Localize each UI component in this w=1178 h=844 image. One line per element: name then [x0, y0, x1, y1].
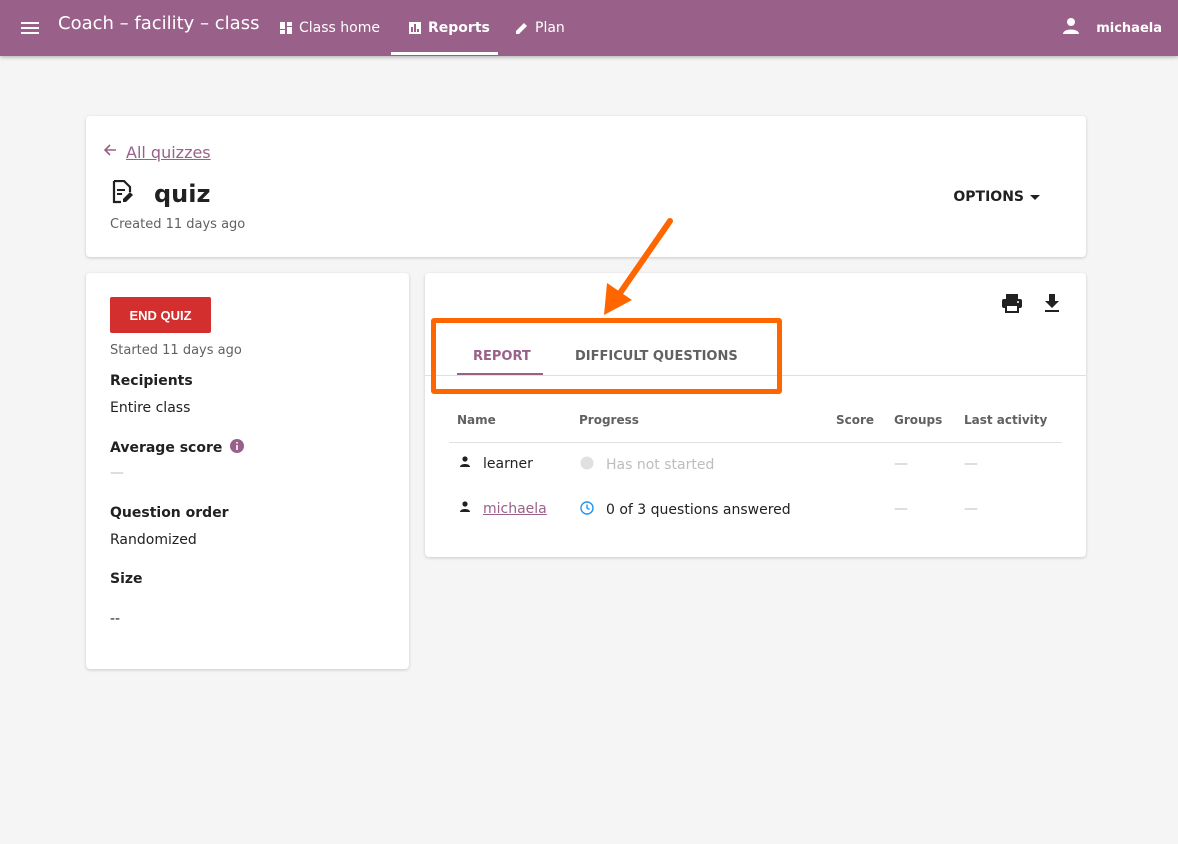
size-label: Size [110, 571, 143, 587]
learner-link[interactable]: michaela [483, 501, 547, 517]
created-date: Created 11 days ago [110, 217, 246, 232]
quiz-title-row: quiz [112, 179, 211, 208]
report-card: REPORT DIFFICULT QUESTIONS Name Progress… [425, 273, 1086, 557]
nav-tab-label: Class home [299, 20, 380, 36]
end-quiz-button[interactable]: END QUIZ [110, 297, 211, 333]
nav-tab-reports[interactable]: Reports [409, 0, 490, 56]
quiz-icon [112, 179, 134, 208]
nav-tab-plan[interactable]: Plan [516, 0, 565, 56]
table-row-name: learner [459, 456, 533, 472]
person-icon [459, 501, 471, 517]
user-menu[interactable]: michaela [1062, 0, 1162, 56]
quiz-header-card: All quizzes quiz Created 11 days ago OPT… [86, 116, 1086, 257]
back-link-label: All quizzes [126, 142, 211, 162]
progress-text: 0 of 3 questions answered [606, 502, 791, 518]
progress-text: Has not started [606, 457, 715, 473]
pencil-icon [516, 22, 529, 35]
average-score-value: — [110, 465, 124, 481]
last-activity-value: — [964, 456, 978, 472]
learner-name: learner [483, 456, 533, 472]
options-button[interactable]: OPTIONS [953, 189, 1040, 205]
arrow-left-icon [102, 142, 118, 162]
last-activity-value: — [964, 501, 978, 517]
app-title: Coach – facility – class [58, 13, 260, 34]
bar-chart-icon [409, 21, 422, 35]
username: michaela [1096, 20, 1162, 36]
menu-icon[interactable] [18, 16, 42, 40]
question-order-label: Question order [110, 505, 229, 521]
table-divider [449, 442, 1062, 443]
column-header-last-activity[interactable]: Last activity [964, 413, 1047, 427]
not-started-icon [580, 456, 594, 474]
table-row-progress: 0 of 3 questions answered [580, 501, 791, 519]
back-link[interactable]: All quizzes [102, 142, 211, 162]
average-score-label: Average score [110, 440, 223, 456]
column-header-score[interactable]: Score [836, 413, 874, 427]
quiz-title: quiz [154, 180, 211, 208]
nav-tab-class-home[interactable]: Class home [280, 0, 380, 56]
annotation-highlight-box [431, 318, 782, 394]
table-row-name: michaela [459, 501, 547, 517]
person-icon [459, 456, 471, 472]
clock-icon [580, 501, 594, 519]
info-icon[interactable] [230, 439, 245, 457]
download-icon[interactable] [1040, 291, 1064, 315]
recipients-label: Recipients [110, 373, 193, 389]
nav-tab-label: Reports [428, 20, 490, 36]
options-label: OPTIONS [953, 189, 1024, 205]
groups-value: — [894, 501, 908, 517]
size-value: -- [110, 611, 121, 627]
print-icon[interactable] [1000, 291, 1024, 315]
nav-tab-label: Plan [535, 20, 565, 36]
recipients-value: Entire class [110, 400, 191, 416]
column-header-name[interactable]: Name [457, 413, 496, 427]
active-tab-indicator [391, 52, 498, 55]
quiz-details-card: END QUIZ Started 11 days ago Recipients … [86, 273, 409, 669]
groups-value: — [894, 456, 908, 472]
caret-down-icon [1030, 189, 1040, 205]
column-header-progress[interactable]: Progress [579, 413, 639, 427]
user-icon [1062, 17, 1080, 39]
dashboard-icon [280, 21, 293, 35]
average-score-row: Average score [110, 439, 245, 457]
app-bar: Coach – facility – class Class home Repo… [0, 0, 1178, 56]
column-header-groups[interactable]: Groups [894, 413, 942, 427]
table-row-progress: Has not started [580, 456, 714, 474]
question-order-value: Randomized [110, 532, 197, 548]
started-date: Started 11 days ago [110, 343, 242, 358]
